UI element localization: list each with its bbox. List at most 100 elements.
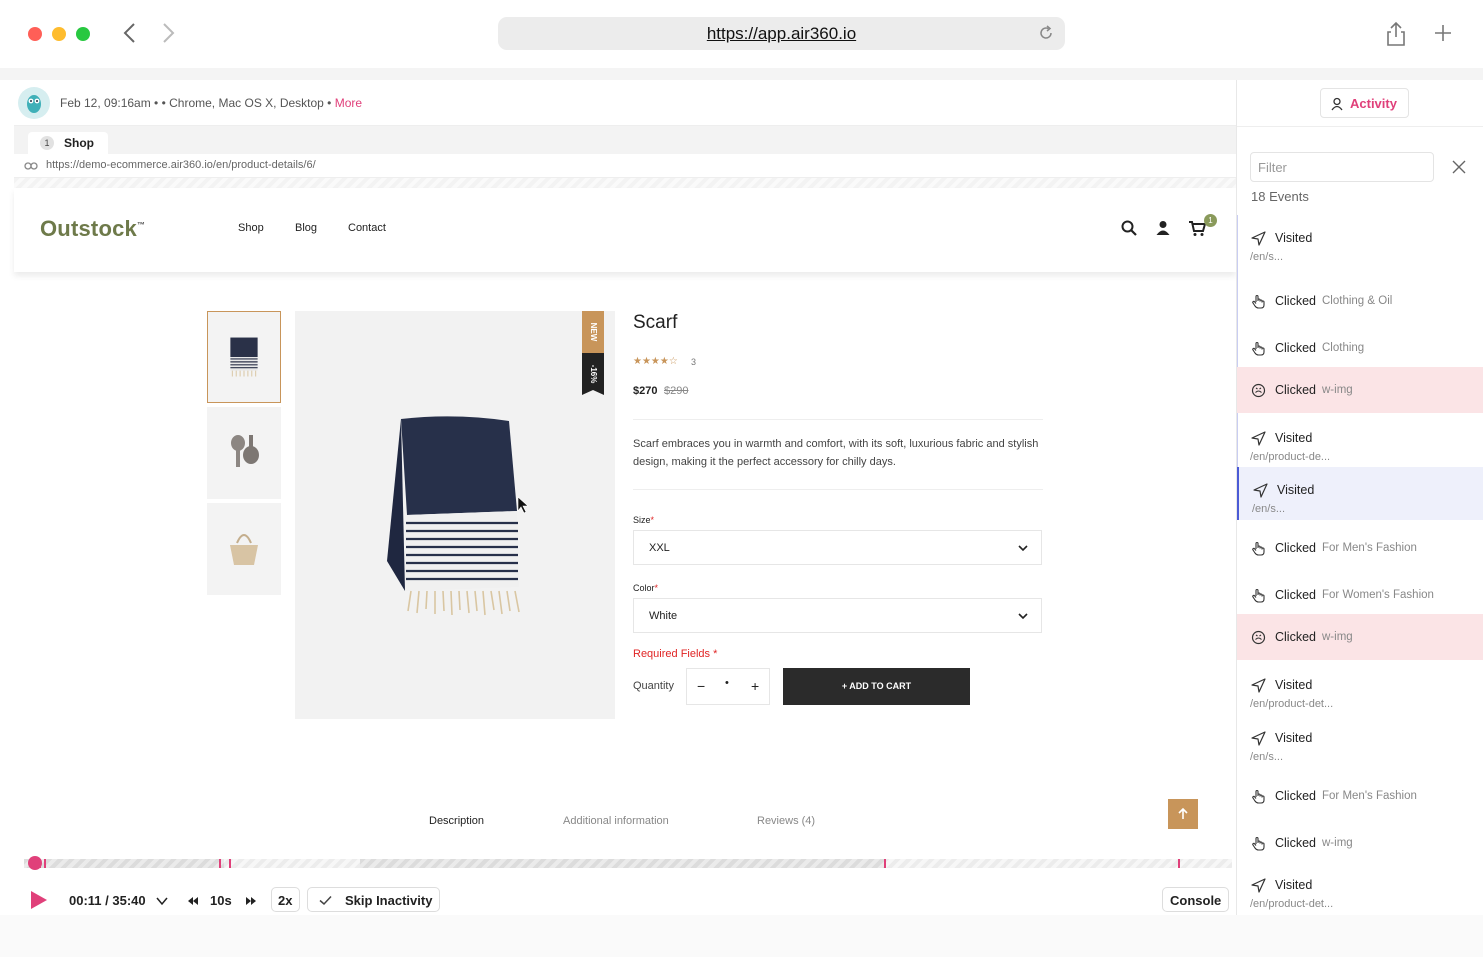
- timeline-scrubber-handle[interactable]: [27, 856, 42, 870]
- sidebar-divider: [1237, 126, 1483, 127]
- chevron-down-icon: [1018, 613, 1028, 620]
- discount-badge-label: -16%: [589, 364, 598, 384]
- player-controls: 00:11 / 35:40 10s 2x Skip Inactivity Con…: [14, 880, 1236, 915]
- browser-toolbar: https://app.air360.io: [0, 0, 1483, 68]
- event-path: /en/product-det...: [1250, 898, 1334, 910]
- divider: [633, 489, 1043, 490]
- skip-seconds[interactable]: 10s: [210, 893, 232, 908]
- product-old-price: $290: [664, 385, 689, 397]
- share-icon[interactable]: [1384, 20, 1408, 48]
- address-bar[interactable]: https://app.air360.io: [498, 17, 1065, 50]
- event-item[interactable]: Visited/en/product-det...: [1237, 662, 1483, 712]
- quantity-decrease-button[interactable]: −: [697, 678, 705, 694]
- event-item[interactable]: Clicked w-img: [1237, 367, 1483, 413]
- logo-trademark: ™: [136, 220, 146, 230]
- thumbnail-spoons[interactable]: [207, 407, 281, 499]
- event-item[interactable]: Clicked w-img: [1237, 614, 1483, 660]
- search-icon[interactable]: [1120, 219, 1138, 237]
- speed-button[interactable]: 2x: [271, 887, 300, 912]
- product-main-image[interactable]: [295, 311, 615, 719]
- rating-count[interactable]: 3: [691, 357, 696, 367]
- quantity-value[interactable]: •: [725, 677, 729, 689]
- event-item[interactable]: Clicked Clothing & Oil: [1237, 281, 1483, 321]
- quantity-increase-button[interactable]: +: [751, 678, 759, 694]
- event-action: Clicked: [1275, 836, 1316, 850]
- play-icon[interactable]: [28, 890, 48, 910]
- page-url-row: https://demo-ecommerce.air360.io/en/prod…: [14, 154, 1236, 178]
- color-select[interactable]: White: [633, 598, 1042, 633]
- event-item[interactable]: Clicked w-img: [1237, 823, 1483, 863]
- forward-arrow-icon[interactable]: [156, 20, 180, 46]
- tab-additional-information[interactable]: Additional information: [563, 815, 669, 827]
- rewind-icon[interactable]: [187, 895, 199, 907]
- activity-sidebar: Activity 18 Events Visited/en/s... Clicke…: [1236, 80, 1483, 915]
- minimize-window-button[interactable]: [52, 27, 66, 41]
- scroll-to-top-button[interactable]: [1168, 799, 1198, 829]
- thumbnail-basket[interactable]: [207, 503, 281, 595]
- user-icon[interactable]: [1154, 219, 1172, 237]
- send-icon: [1251, 731, 1266, 746]
- chevron-down-icon[interactable]: [156, 895, 168, 907]
- maximize-window-button[interactable]: [76, 27, 90, 41]
- send-icon: [1251, 231, 1266, 246]
- shop-logo[interactable]: Outstock™: [40, 216, 145, 242]
- timeline-event-marker[interactable]: [219, 859, 221, 868]
- filter-input[interactable]: [1250, 152, 1434, 182]
- event-action: Clicked: [1275, 294, 1316, 308]
- event-item[interactable]: Visited/en/product-de...: [1237, 415, 1483, 465]
- timeline-event-marker[interactable]: [44, 859, 46, 868]
- close-window-button[interactable]: [28, 27, 42, 41]
- pointer-click-icon: [1252, 294, 1265, 309]
- skip-inactivity-toggle[interactable]: Skip Inactivity: [307, 887, 440, 912]
- reload-icon[interactable]: [1037, 24, 1055, 42]
- tab-description[interactable]: Description: [429, 815, 484, 827]
- link-icon: [24, 162, 38, 170]
- discount-badge: -16%: [582, 353, 604, 395]
- event-item[interactable]: Clicked For Men's Fashion: [1237, 528, 1483, 568]
- fast-forward-icon[interactable]: [245, 895, 257, 907]
- playback-timeline[interactable]: [24, 859, 1232, 868]
- size-select[interactable]: XXL: [633, 530, 1042, 565]
- tab-label: Shop: [64, 136, 94, 150]
- send-icon: [1253, 483, 1268, 498]
- back-arrow-icon[interactable]: [118, 20, 142, 46]
- event-action: Clicked: [1275, 588, 1316, 602]
- quantity-label: Quantity: [633, 680, 674, 692]
- event-item[interactable]: Visited/en/product-det...: [1237, 862, 1483, 912]
- event-item[interactable]: Visited/en/s...: [1237, 715, 1483, 765]
- close-icon[interactable]: [1451, 159, 1467, 175]
- event-item[interactable]: Clicked For Women's Fashion: [1237, 575, 1483, 615]
- quantity-stepper[interactable]: − • +: [686, 668, 770, 705]
- address-url[interactable]: https://app.air360.io: [498, 24, 1065, 44]
- product-title: Scarf: [633, 312, 678, 333]
- divider: [633, 419, 1043, 420]
- viewport-top-edge: [14, 178, 1236, 188]
- event-item[interactable]: Clicked For Men's Fashion: [1237, 776, 1483, 816]
- product-price: $270: [633, 385, 658, 397]
- timeline-event-marker[interactable]: [229, 859, 231, 868]
- event-path: /en/s...: [1250, 751, 1284, 763]
- add-to-cart-button[interactable]: + ADD TO CART: [783, 668, 970, 705]
- activity-button[interactable]: Activity: [1320, 88, 1409, 118]
- nav-shop[interactable]: Shop: [238, 222, 264, 234]
- event-action: Clicked: [1275, 341, 1316, 355]
- nav-contact[interactable]: Contact: [348, 222, 386, 234]
- window-bottom-band: [0, 915, 1483, 957]
- more-link[interactable]: More: [335, 96, 362, 110]
- nav-blog[interactable]: Blog: [295, 222, 317, 234]
- console-button[interactable]: Console: [1162, 887, 1229, 912]
- timeline-event-marker[interactable]: [1178, 859, 1180, 868]
- thumbnail-scarf[interactable]: [207, 311, 281, 403]
- timeline-event-marker[interactable]: [884, 859, 886, 868]
- event-item[interactable]: Clicked Clothing: [1237, 328, 1483, 368]
- tab-reviews[interactable]: Reviews (4): [757, 815, 815, 827]
- chevron-down-icon: [1018, 545, 1028, 552]
- tab-number-badge: 1: [40, 136, 54, 150]
- new-tab-icon[interactable]: [1432, 22, 1454, 44]
- event-action: Visited: [1275, 431, 1313, 445]
- page-tab[interactable]: 1 Shop: [28, 132, 108, 154]
- event-item[interactable]: Visited/en/s...: [1237, 467, 1483, 520]
- event-item[interactable]: Visited/en/s...: [1237, 215, 1483, 275]
- event-target: For Men's Fashion: [1322, 790, 1417, 802]
- console-label: Console: [1170, 893, 1222, 908]
